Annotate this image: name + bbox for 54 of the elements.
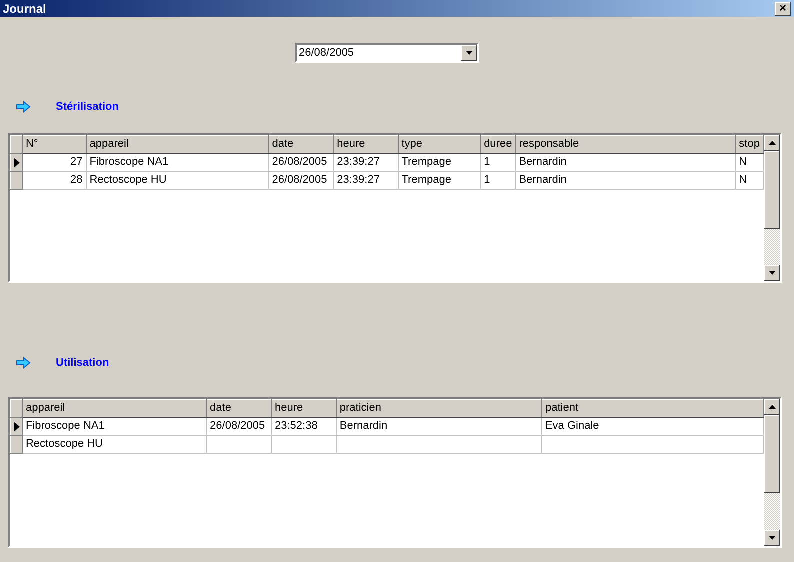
- table-cell: Bernardin: [336, 418, 542, 436]
- current-row-icon: [14, 158, 20, 168]
- table-cell: Trempage: [398, 154, 481, 172]
- column-header[interactable]: duree: [480, 136, 516, 154]
- table-cell: 1: [480, 154, 516, 172]
- scroll-up-icon[interactable]: [764, 399, 780, 415]
- column-header[interactable]: praticien: [336, 400, 542, 418]
- scroll-up-icon[interactable]: [764, 135, 780, 151]
- column-header[interactable]: date: [268, 136, 334, 154]
- column-header[interactable]: date: [206, 400, 272, 418]
- current-row-icon: [14, 422, 20, 432]
- scroll-thumb[interactable]: [764, 151, 780, 229]
- table-cell: 23:52:38: [272, 418, 336, 436]
- row-indicator[interactable]: [10, 154, 22, 172]
- column-header[interactable]: appareil: [86, 136, 269, 154]
- table-cell: 26/08/2005: [268, 154, 334, 172]
- table-cell: Bernardin: [516, 172, 736, 190]
- scroll-down-icon[interactable]: [764, 530, 780, 546]
- table-cell: Trempage: [398, 172, 481, 190]
- vertical-scrollbar[interactable]: [764, 399, 780, 546]
- table-cell: Eva Ginale: [542, 418, 764, 436]
- row-indicator[interactable]: [10, 418, 22, 436]
- table-cell: 28: [22, 172, 86, 190]
- table-cell: 23:39:27: [334, 172, 398, 190]
- column-header[interactable]: stop: [736, 136, 764, 154]
- scroll-thumb[interactable]: [764, 415, 780, 493]
- table-cell: 26/08/2005: [206, 418, 272, 436]
- table-cell: 23:39:27: [334, 154, 398, 172]
- table-cell: Fibroscope NA1: [86, 154, 269, 172]
- table-cell: Rectoscope HU: [22, 436, 207, 454]
- table-cell: Rectoscope HU: [86, 172, 269, 190]
- scroll-down-icon[interactable]: [764, 265, 780, 281]
- close-button[interactable]: ×: [775, 2, 791, 16]
- arrow-icon: [16, 101, 31, 113]
- table-cell: Fibroscope NA1: [22, 418, 207, 436]
- column-header[interactable]: N°: [22, 136, 86, 154]
- section-title: Stérilisation: [56, 100, 119, 115]
- table-cell: 27: [22, 154, 86, 172]
- column-header[interactable]: type: [398, 136, 481, 154]
- arrow-icon: [16, 357, 31, 369]
- column-header[interactable]: patient: [542, 400, 764, 418]
- column-header[interactable]: responsable: [516, 136, 736, 154]
- column-header[interactable]: heure: [272, 400, 336, 418]
- column-header[interactable]: appareil: [22, 400, 207, 418]
- table-cell: Bernardin: [516, 154, 736, 172]
- section-title: Utilisation: [56, 356, 110, 371]
- table-cell: 26/08/2005: [268, 172, 334, 190]
- row-header-cell: [10, 136, 22, 154]
- table-cell: 1: [480, 172, 516, 190]
- date-dropdown[interactable]: 26/08/2005: [295, 43, 479, 63]
- row-header-cell: [10, 400, 22, 418]
- window-title: Journal: [3, 0, 46, 18]
- column-header[interactable]: heure: [334, 136, 398, 154]
- vertical-scrollbar[interactable]: [764, 135, 780, 281]
